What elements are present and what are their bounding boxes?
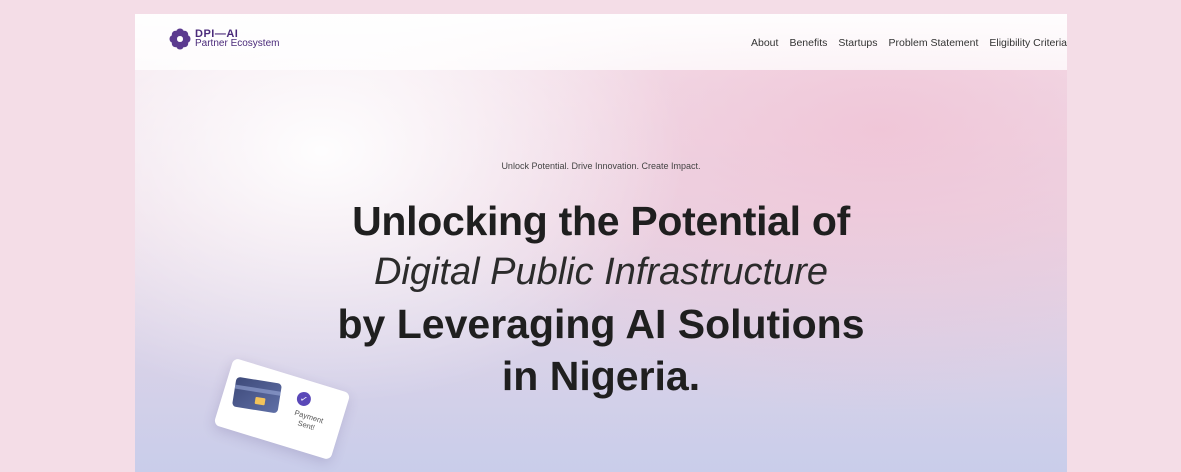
card-stripe [234,384,281,396]
nav-link-startups[interactable]: Startups [838,37,877,49]
nav-link-about[interactable]: About [751,37,778,49]
nav-link-benefits[interactable]: Benefits [789,37,827,49]
nav-links: About Benefits Startups Problem Statemen… [751,37,1067,49]
brand-logo[interactable]: DPI—AI Partner Ecosystem [169,28,279,50]
headline-line-3: by Leveraging AI Solutions [337,301,865,347]
nav-link-eligibility-criteria[interactable]: Eligibility Criteria [989,37,1067,49]
website-frame: DPI—AI Partner Ecosystem About Benefits … [135,14,1067,472]
nav-link-problem-statement[interactable]: Problem Statement [889,37,979,49]
check-icon: ✓ [295,390,313,408]
top-navbar: DPI—AI Partner Ecosystem About Benefits … [135,14,1067,70]
hero-eyebrow: Unlock Potential. Drive Innovation. Crea… [501,161,701,171]
logo-subtitle: Partner Ecosystem [195,38,280,49]
payment-sent-text: Payment Sent! [283,406,332,437]
headline-line-2: Digital Public Infrastructure [373,251,829,293]
card-chip [254,396,266,406]
headline-line-1: Unlocking the Potential of [352,198,850,244]
credit-card-icon [231,376,283,414]
logo-text: DPI—AI Partner Ecosystem [195,29,279,49]
flower-logo-icon [169,28,191,50]
